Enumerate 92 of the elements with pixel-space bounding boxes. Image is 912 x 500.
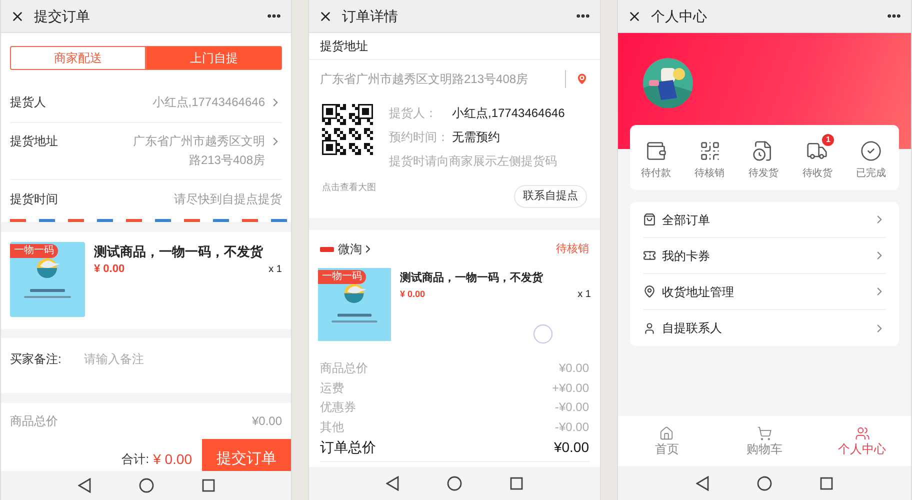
order-status-label: 待发货 — [748, 166, 778, 180]
window-title: 提交订单 — [34, 6, 90, 26]
field-value: 广东省广州市越秀区文明路213号408房 — [132, 133, 265, 169]
recents-button[interactable] — [510, 477, 523, 490]
total-value: ¥ 0.00 — [153, 450, 192, 468]
order-status-item[interactable]: 待发货 — [738, 132, 792, 182]
price-label: 商品总价 — [320, 360, 368, 377]
menu-item[interactable]: 全部订单 — [643, 202, 886, 238]
remark-label: 买家备注: — [10, 351, 62, 368]
pickup-hint: 提货时请向商家展示左侧提货码 — [389, 153, 558, 170]
shop-logo-icon — [320, 246, 334, 252]
loading-spinner-icon — [533, 324, 553, 344]
product-quantity: x 1 — [268, 262, 282, 277]
product-quantity: x 1 — [578, 288, 591, 302]
window-title: 个人中心 — [651, 6, 707, 26]
price-value: +¥0.00 — [552, 380, 589, 396]
order-status: 待核销 — [556, 242, 589, 257]
order-status-label: 待收货 — [802, 166, 832, 180]
shop-name[interactable]: 微淘 — [338, 240, 362, 258]
recents-button[interactable] — [202, 479, 214, 492]
order-status-label: 待核销 — [694, 166, 725, 180]
menu-label: 全部订单 — [662, 212, 710, 228]
total-label: 合计: — [122, 451, 150, 468]
back-button[interactable] — [386, 476, 399, 491]
order-status-label: 已完成 — [856, 166, 886, 180]
product-price: ¥ 0.00 — [400, 288, 426, 301]
home-button[interactable] — [138, 478, 154, 493]
menu-label: 我的卡券 — [662, 248, 710, 264]
recents-button[interactable] — [820, 476, 833, 490]
remark-field[interactable]: 请输入备注 — [84, 350, 282, 368]
users-icon — [854, 426, 870, 440]
menu-item[interactable]: 收货地址管理 — [643, 274, 886, 310]
count-badge: 1 — [822, 134, 834, 146]
price-label: 优惠券 — [320, 399, 356, 416]
field-value: 请尽快到自提点提货 — [174, 191, 282, 208]
order-total-label: 订单总价 — [320, 438, 376, 457]
order-status-item[interactable]: 待核销 — [684, 132, 738, 182]
menu-label: 收货地址管理 — [662, 284, 734, 300]
bag-icon — [643, 213, 656, 226]
product-badge: 一物一码 — [10, 244, 58, 258]
price-label: 其他 — [320, 418, 344, 436]
menu-item[interactable]: 我的卡券 — [643, 238, 886, 274]
home-button[interactable] — [447, 476, 462, 491]
subtotal-label: 商品总价 — [10, 413, 58, 430]
order-status-label: 待付款 — [640, 166, 671, 180]
window-title: 订单详情 — [342, 6, 398, 26]
tab-bar-item[interactable]: 首页 — [618, 426, 716, 456]
tab-bar-item[interactable]: 购物车 — [716, 426, 814, 456]
pickup-address: 广东省广州市越秀区文明路213号408房 — [320, 71, 530, 88]
subtotal-value: ¥0.00 — [252, 413, 282, 430]
field-value: 小红点,17743464646 — [152, 94, 265, 111]
check-circle-icon — [860, 140, 882, 162]
back-button[interactable] — [78, 478, 90, 493]
product-badge: 一物一码 — [318, 270, 366, 284]
tab-bar-item[interactable]: 个人中心 — [813, 426, 911, 456]
product-name: 测试商品，一物一码，不发货 — [94, 243, 264, 261]
location-pin-icon — [643, 285, 656, 298]
info-value: 小红点,17743464646 — [452, 105, 565, 122]
field-label: 提货时间 — [10, 191, 58, 208]
menu-item[interactable]: 自提联系人 — [643, 310, 886, 346]
price-value: ¥0.00 — [558, 360, 589, 377]
order-status-item[interactable]: 1 待收货 — [791, 132, 846, 182]
order-status-item[interactable]: 待付款 — [630, 132, 684, 182]
product-price: ¥ 0.00 — [94, 262, 125, 277]
delivery-tab[interactable]: 上门自提 — [146, 46, 282, 70]
field-label: 提货人 — [10, 94, 46, 111]
price-label: 运费 — [320, 380, 344, 396]
back-button[interactable] — [696, 476, 709, 490]
user-icon — [643, 322, 656, 334]
cart-icon — [757, 426, 772, 440]
order-total-value: ¥0.00 — [554, 438, 589, 457]
field-label: 提货地址 — [10, 133, 58, 150]
order-status-item[interactable]: 已完成 — [845, 132, 899, 182]
home-button[interactable] — [757, 476, 772, 490]
qr-code[interactable] — [322, 104, 373, 155]
price-value: -¥0.00 — [554, 418, 589, 436]
info-value: 无需预约 — [452, 129, 500, 146]
delivery-tab[interactable]: 商家配送 — [10, 46, 146, 70]
qr-code-icon — [698, 140, 721, 162]
info-label: 提货人： — [389, 105, 438, 122]
location-pin-icon[interactable] — [575, 72, 589, 86]
submit-order-button[interactable]: 提交订单 — [202, 439, 291, 471]
menu-label: 自提联系人 — [662, 320, 722, 337]
qr-caption: 点击查看大图 — [322, 181, 376, 194]
home-icon — [659, 426, 674, 440]
wallet-icon — [644, 140, 667, 162]
price-value: -¥0.00 — [554, 399, 589, 416]
product-name: 测试商品，一物一码，不发货 — [400, 270, 544, 286]
info-label: 预约时间： — [389, 129, 450, 146]
section-title: 提货地址 — [320, 38, 368, 55]
ticket-icon — [643, 249, 656, 262]
contact-pickup-button[interactable]: 联系自提点 — [514, 185, 587, 208]
